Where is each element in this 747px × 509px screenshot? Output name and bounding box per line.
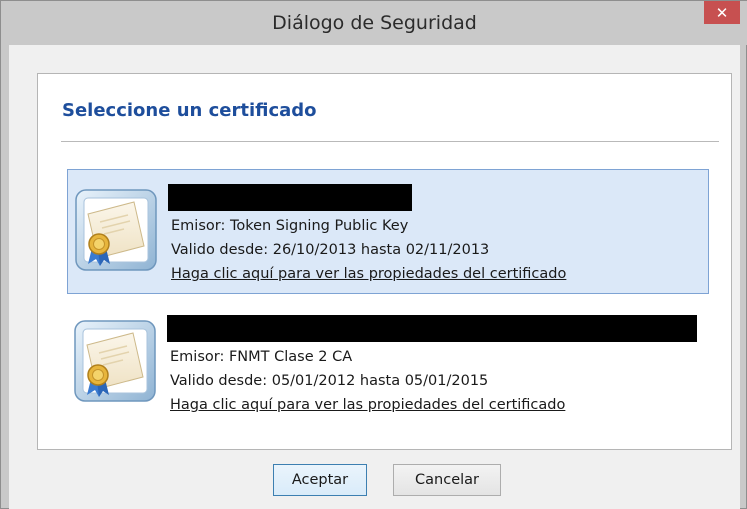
window-title: Diálogo de Seguridad xyxy=(272,12,477,34)
redacted-subject xyxy=(168,184,412,211)
close-button[interactable]: ✕ xyxy=(704,1,740,24)
certificate-issuer: Emisor: Token Signing Public Key xyxy=(171,218,409,234)
certificate-panel: Seleccione un certificado Emisor: Token … xyxy=(37,73,732,450)
certificate-issuer: Emisor: FNMT Clase 2 CA xyxy=(170,349,353,365)
heading-divider xyxy=(61,141,719,142)
redacted-subject xyxy=(167,315,697,342)
cancel-button[interactable]: Cancelar xyxy=(393,464,501,496)
certificate-item-1[interactable]: Emisor: Token Signing Public Key Valido … xyxy=(67,169,709,294)
titlebar[interactable]: Diálogo de Seguridad ✕ xyxy=(1,1,747,45)
certificate-properties-link[interactable]: Haga clic aquí para ver las propiedades … xyxy=(171,266,566,282)
security-dialog-window: Diálogo de Seguridad ✕ Seleccione un cer… xyxy=(0,0,747,509)
certificate-validity: Valido desde: 26/10/2013 hasta 02/11/201… xyxy=(171,242,490,258)
accept-button[interactable]: Aceptar xyxy=(273,464,367,496)
dialog-client-area: Seleccione un certificado Emisor: Token … xyxy=(9,45,740,509)
close-icon: ✕ xyxy=(715,3,729,22)
certificate-validity: Valido desde: 05/01/2012 hasta 05/01/201… xyxy=(170,373,489,389)
panel-heading: Seleccione un certificado xyxy=(62,100,317,121)
certificate-item-2[interactable]: Emisor: FNMT Clase 2 CA Valido desde: 05… xyxy=(67,311,709,436)
certificate-icon xyxy=(75,189,157,271)
certificate-icon xyxy=(74,320,156,402)
certificate-properties-link[interactable]: Haga clic aquí para ver las propiedades … xyxy=(170,397,565,413)
